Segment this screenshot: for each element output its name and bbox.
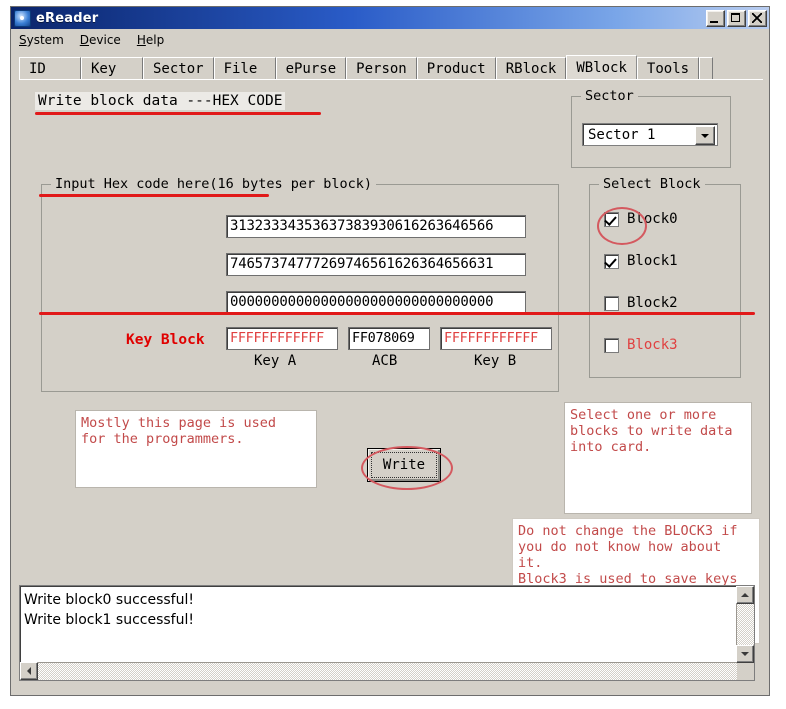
- hex-input-block2[interactable]: 00000000000000000000000000000000: [226, 291, 526, 314]
- note-select-blocks: Select one or more blocks to write data …: [564, 402, 752, 514]
- tab-file[interactable]: File: [213, 57, 276, 79]
- tab-id[interactable]: ID: [19, 57, 81, 79]
- checkbox-block2[interactable]: [604, 295, 619, 311]
- page-title: Write block data ---HEX CODE: [35, 92, 286, 110]
- key-a-sublabel: Key A: [254, 353, 297, 369]
- key-b-sublabel: Key B: [474, 353, 517, 369]
- close-icon: [752, 12, 762, 23]
- log-text: Write block0 successful! Write block1 su…: [24, 592, 194, 628]
- title-bar: eReader: [11, 7, 769, 29]
- tab-tools[interactable]: Tools: [636, 57, 700, 79]
- checkbox-block3[interactable]: [604, 337, 619, 353]
- app-icon: [14, 9, 31, 27]
- checkbox-block3-label: Block3: [627, 337, 678, 353]
- checkbox-row-block0[interactable]: Block0: [604, 211, 678, 227]
- wblock-page: Write block data ---HEX CODE Sector Sect…: [19, 79, 763, 644]
- scroll-left-button[interactable]: [20, 662, 38, 680]
- write-button-label: Write: [382, 457, 426, 473]
- close-button[interactable]: [748, 9, 767, 27]
- acb-sublabel: ACB: [372, 353, 398, 369]
- scrollbar-corner: [737, 663, 754, 680]
- sector-group-label: Sector: [581, 88, 638, 104]
- hex-input-block0[interactable]: 31323334353637383930616263646566: [226, 215, 526, 238]
- annotation-underline-heading: [35, 112, 321, 115]
- window-controls: [706, 9, 767, 27]
- write-button[interactable]: Write: [367, 448, 441, 482]
- minimize-icon: [710, 20, 718, 23]
- sector-group: Sector Sector 1: [571, 88, 731, 168]
- note-programmers: Mostly this page is used for the program…: [75, 410, 317, 488]
- hex-input-block1[interactable]: 74657374777269746561626364656631: [226, 253, 526, 276]
- ereader-window: eReader SSystemystem Device Help ID Key …: [10, 6, 770, 696]
- select-block-group: Select Block Block0 Block1 Block2 Block3: [589, 176, 741, 378]
- checkbox-row-block2[interactable]: Block2: [604, 295, 678, 311]
- acb-input[interactable]: FF078069: [348, 327, 430, 350]
- checkbox-row-block1[interactable]: Block1: [604, 253, 678, 269]
- checkbox-block2-label: Block2: [627, 295, 678, 311]
- sector-select[interactable]: Sector 1: [582, 123, 718, 146]
- menu-item-help[interactable]: Help: [137, 33, 164, 47]
- tab-sector[interactable]: Sector: [143, 57, 214, 79]
- checkbox-block0-label: Block0: [627, 211, 678, 227]
- menu-item-device[interactable]: Device: [80, 33, 121, 47]
- tab-product[interactable]: Product: [416, 57, 496, 79]
- key-a-input[interactable]: FFFFFFFFFFFF: [226, 327, 338, 350]
- key-b-input[interactable]: FFFFFFFFFFFF: [440, 327, 552, 350]
- scroll-up-button[interactable]: [736, 586, 754, 604]
- tab-spacer: [713, 57, 763, 79]
- log-horizontal-scrollbar[interactable]: [20, 662, 737, 680]
- checkbox-block1-label: Block1: [627, 253, 678, 269]
- menu-bar: SSystemystem Device Help: [11, 29, 769, 51]
- checkbox-row-block3[interactable]: Block3: [604, 337, 678, 353]
- tab-rblock[interactable]: RBlock: [495, 57, 567, 79]
- tab-endcap: [699, 57, 714, 79]
- input-hex-group: Input Hex code here(16 bytes per block) …: [41, 176, 559, 392]
- menu-item-system[interactable]: SSystemystem: [19, 33, 64, 47]
- minimize-button[interactable]: [706, 9, 725, 27]
- tab-key[interactable]: Key: [81, 57, 143, 79]
- select-block-group-label: Select Block: [599, 176, 705, 192]
- log-vertical-scrollbar[interactable]: [736, 586, 754, 663]
- maximize-button[interactable]: [727, 9, 746, 27]
- key-block-label: Key Block: [126, 332, 205, 348]
- scroll-down-button[interactable]: [736, 645, 754, 663]
- maximize-icon: [731, 12, 740, 22]
- sector-select-value: Sector 1: [588, 126, 656, 143]
- checkbox-block0[interactable]: [604, 211, 619, 227]
- tab-strip: ID Key Sector File ePurse Person Product…: [19, 53, 763, 80]
- tab-epurse[interactable]: ePurse: [275, 57, 347, 79]
- input-hex-group-label: Input Hex code here(16 bytes per block): [51, 176, 376, 192]
- tab-wblock[interactable]: WBlock: [566, 55, 637, 80]
- checkbox-block1[interactable]: [604, 253, 619, 269]
- chevron-down-icon[interactable]: [695, 126, 715, 145]
- log-output[interactable]: Write block0 successful! Write block1 su…: [19, 585, 755, 681]
- tab-person[interactable]: Person: [346, 57, 417, 79]
- window-title: eReader: [36, 10, 99, 26]
